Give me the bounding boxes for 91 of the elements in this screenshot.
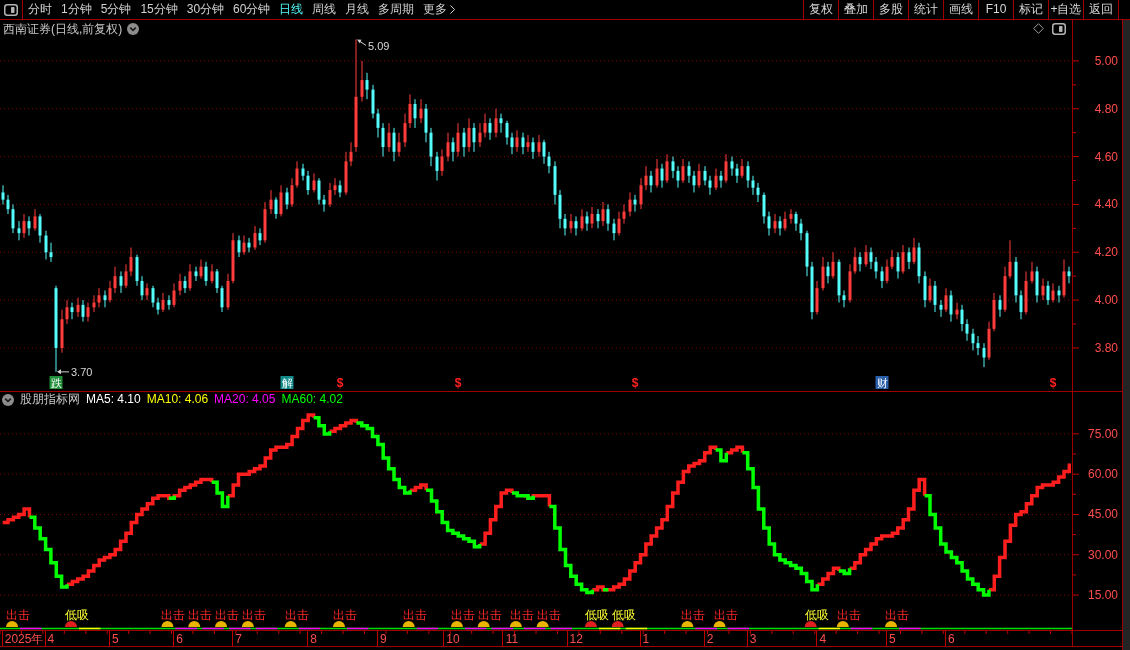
toolbar-button[interactable]: F10 [978,0,1013,19]
period-tab[interactable]: 分时 [28,0,52,19]
signal-label: 低吸 [65,608,89,622]
x-axis-label: 2025年 [4,632,44,646]
period-tab[interactable]: 日线 [279,0,304,19]
x-axis-label: 2 [706,632,714,646]
dollar-marker[interactable]: $ [454,376,462,390]
x-axis-label: 1 [642,632,650,646]
signal-label: 出击 [284,608,309,622]
signal-label: 出击 [215,608,240,622]
period-tab[interactable]: 5分钟 [100,0,132,19]
y-axis-label: 15.00 [1087,588,1118,603]
x-axis-label: 4 [819,632,827,646]
period-tab[interactable]: 1分钟 [61,0,92,19]
dollar-marker[interactable]: $ [336,376,344,390]
signal-label: 出击 [509,608,534,622]
signal-label: 出击 [333,608,357,622]
toolbar-button[interactable]: 叠加 [838,0,873,19]
y-axis-label: 4.00 [1094,293,1118,308]
signal-label: 出击 [536,608,561,622]
y-axis-label: 5.00 [1094,53,1118,68]
signal-label: 低吸 [584,608,609,622]
toolbar-button[interactable]: 返回 [1083,0,1118,19]
y-axis-label: 75.00 [1087,426,1118,441]
signal-label: 低吸 [611,608,636,622]
y-axis-label: 45.00 [1087,507,1118,522]
x-axis-label: 4 [47,632,55,646]
indicator-title: 股朋指标网 [20,392,80,407]
x-axis-label: 5 [889,632,896,646]
period-tab[interactable]: 60分钟 [233,0,271,19]
signal-label: 低吸 [804,608,829,622]
signal-label: 出击 [681,608,706,622]
event-tag[interactable]: 解 [280,376,294,389]
ma-reading: MA60: 4.02 [281,392,343,407]
y-axis-label: 4.80 [1094,101,1118,116]
x-axis-label: 5 [111,632,119,646]
price-label: 5.09 [368,40,390,53]
y-axis-label: 30.00 [1087,547,1118,562]
period-tab[interactable]: 多周期 [378,0,415,19]
signal-label: 出击 [6,608,31,622]
ma-reading: MA5: 4.10 [86,392,141,407]
price-label: 3.70 [71,365,93,378]
split-panel-icon[interactable] [4,3,18,16]
signal-label: 出击 [885,608,910,622]
toolbar-button[interactable]: 多股 [873,0,908,19]
ma-reading: MA20: 4.05 [214,392,276,407]
event-tag[interactable]: 财 [875,376,889,389]
period-tab[interactable]: 30分钟 [186,0,225,19]
period-tab[interactable]: 月线 [345,0,370,19]
y-axis-label: 3.80 [1094,340,1118,355]
y-axis-label: 4.60 [1094,149,1118,164]
signal-label: 出击 [836,608,861,622]
chevron-down-circle-icon[interactable] [127,22,140,35]
x-axis-label: 10 [446,632,460,646]
chart-title: 西南证券(日线,前复权) [3,20,123,37]
x-axis-label: 3 [749,632,757,646]
chevron-down-circle-icon[interactable] [2,393,14,406]
ma-reading: MA10: 4.06 [146,392,209,407]
x-axis-label: 12 [569,632,583,646]
x-axis-label: 8 [310,632,317,646]
signal-label: 出击 [477,608,502,622]
dollar-marker[interactable]: $ [1049,376,1057,390]
toolbar-button[interactable]: 画线 [943,0,978,19]
more-button[interactable]: 更多 [423,0,456,19]
toolbar-button[interactable]: +自选 [1048,0,1083,19]
period-tab[interactable]: 15分钟 [140,0,178,19]
y-axis-label: 60.00 [1087,467,1118,482]
x-axis-label: 11 [505,632,519,646]
signal-label: 出击 [402,608,427,622]
x-axis-label: 6 [176,632,183,646]
split-panel-icon[interactable] [1052,22,1066,35]
diamond-icon[interactable] [1033,23,1044,34]
y-axis-label: 4.20 [1094,245,1118,260]
toolbar-button[interactable]: 标记 [1013,0,1048,19]
signal-label: 出击 [188,608,213,622]
chevron-right-icon [450,5,456,14]
x-axis-label: 9 [379,632,387,646]
signal-label: 出击 [241,608,266,622]
arrow-icon [57,369,70,375]
x-axis-label: 6 [948,632,955,646]
toolbar-button[interactable]: 统计 [908,0,943,19]
event-tag[interactable]: 跌 [49,376,63,389]
y-axis-label: 4.40 [1094,197,1118,212]
dollar-marker[interactable]: $ [631,376,639,390]
period-tab[interactable]: 周线 [312,0,337,19]
signal-label: 出击 [713,608,738,622]
x-axis-label: 7 [235,632,242,646]
toolbar-button[interactable]: 复权 [803,0,838,19]
arrow-icon [357,39,367,46]
signal-label: 出击 [161,608,186,622]
signal-label: 出击 [450,608,475,622]
